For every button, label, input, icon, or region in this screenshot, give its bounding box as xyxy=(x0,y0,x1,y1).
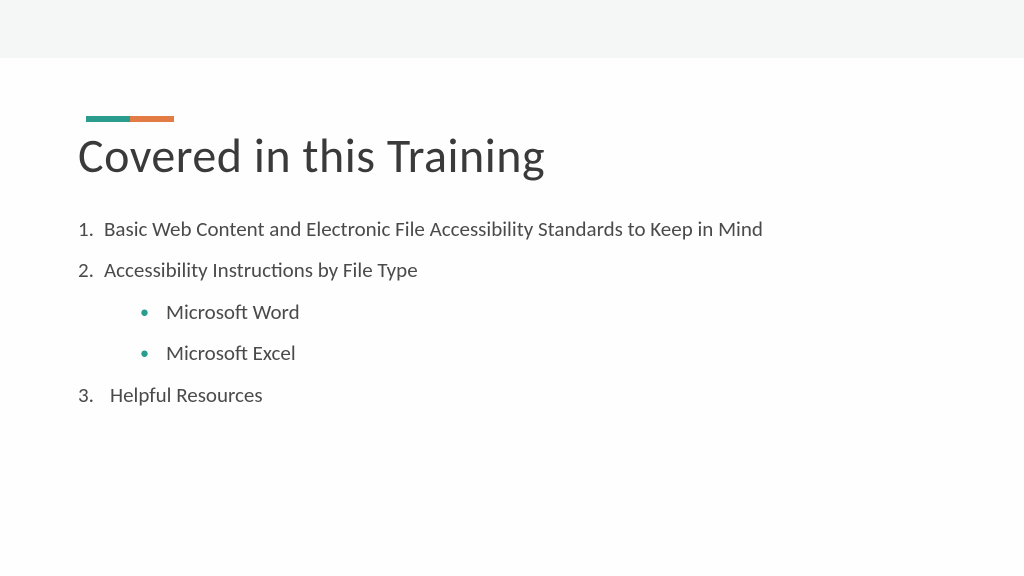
accent-teal-segment xyxy=(86,116,130,122)
item-number: 3. xyxy=(78,381,104,410)
accent-orange-segment xyxy=(130,116,174,122)
list-item-2: 2. Accessibility Instructions by File Ty… xyxy=(78,256,1024,285)
item-text: Helpful Resources xyxy=(110,381,1024,410)
sub-list-item: • Microsoft Excel xyxy=(140,339,1024,368)
outline-list: 1. Basic Web Content and Electronic File… xyxy=(78,215,1024,410)
item-text: Basic Web Content and Electronic File Ac… xyxy=(104,215,1024,244)
bullet-icon: • xyxy=(140,300,152,325)
list-item-1: 1. Basic Web Content and Electronic File… xyxy=(78,215,1024,244)
sub-list-item: • Microsoft Word xyxy=(140,298,1024,327)
item-text: Accessibility Instructions by File Type xyxy=(104,256,1024,285)
slide-content: Covered in this Training 1. Basic Web Co… xyxy=(0,58,1024,576)
item-number: 1. xyxy=(78,215,104,244)
accent-divider xyxy=(86,58,1024,122)
item-number: 2. xyxy=(78,256,104,285)
list-item-3: 3. Helpful Resources xyxy=(78,381,1024,410)
sub-item-text: Microsoft Word xyxy=(166,298,300,327)
sub-list: • Microsoft Word • Microsoft Excel xyxy=(140,298,1024,369)
sub-item-text: Microsoft Excel xyxy=(166,339,296,368)
slide-title: Covered in this Training xyxy=(78,126,1024,185)
bullet-icon: • xyxy=(140,341,152,366)
header-bar xyxy=(0,0,1024,58)
